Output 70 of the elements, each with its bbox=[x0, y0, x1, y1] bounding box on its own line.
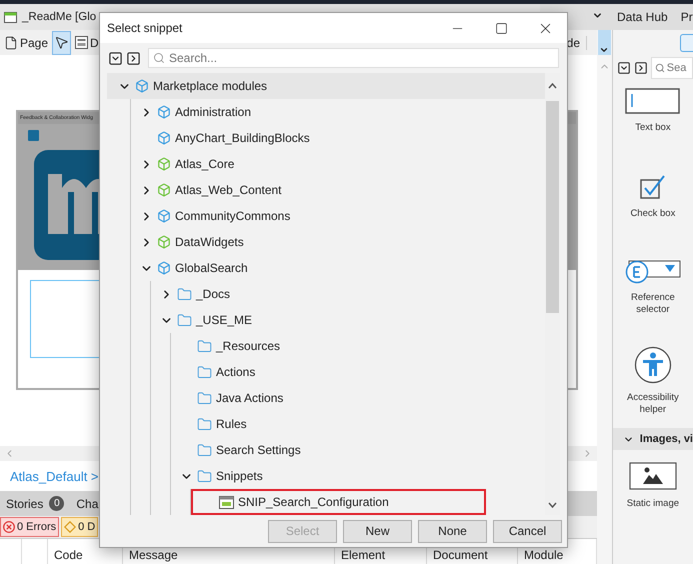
dialog-button[interactable]: None bbox=[418, 520, 487, 542]
search-field[interactable]: Search... bbox=[148, 48, 559, 68]
toggle-button[interactable] bbox=[680, 34, 693, 52]
tree-item[interactable]: Java Actions bbox=[171, 385, 545, 411]
search-field[interactable]: Sea bbox=[650, 56, 693, 78]
toolbox-label[interactable]: Accessibility helper bbox=[618, 392, 688, 416]
menu-item[interactable]: Pr bbox=[680, 10, 693, 24]
tree-item[interactable]: GlobalSearch bbox=[131, 255, 545, 281]
toolbox-label[interactable]: Text box bbox=[618, 122, 688, 134]
error-icon bbox=[3, 521, 15, 533]
tree-item[interactable]: _USE_ME bbox=[151, 307, 545, 333]
pointer-icon bbox=[54, 35, 70, 50]
toolbar-button[interactable]: D bbox=[73, 30, 101, 54]
chevron-down-icon bbox=[599, 45, 610, 55]
checkbox-icon bbox=[638, 174, 667, 200]
toolbox-label[interactable]: Static image bbox=[618, 498, 688, 510]
tree-item[interactable]: AnyChart_BuildingBlocks bbox=[131, 125, 545, 151]
expand-all-icon[interactable] bbox=[108, 50, 123, 66]
tree-item[interactable]: Atlas_Web_Content bbox=[131, 177, 545, 203]
reference-selector-icon bbox=[624, 260, 681, 284]
section-header[interactable]: Images, vi bbox=[612, 428, 693, 450]
panel-tab[interactable]: Cha bbox=[76, 496, 98, 510]
toolbar-button[interactable]: Page bbox=[2, 30, 50, 54]
diamond-icon bbox=[64, 521, 76, 533]
tree-item[interactable]: _Resources bbox=[171, 333, 545, 359]
folder-icon bbox=[197, 468, 212, 484]
folder-icon bbox=[197, 416, 212, 432]
dialog-title: Select snippet bbox=[107, 21, 184, 35]
tree-item[interactable]: Actions bbox=[171, 359, 545, 385]
filter-button[interactable]: 0 D bbox=[61, 517, 98, 537]
folder-icon bbox=[197, 338, 212, 354]
text-box-icon bbox=[625, 88, 680, 114]
filter-button[interactable]: 0 Errors bbox=[0, 517, 60, 537]
snippet-icon bbox=[219, 496, 234, 508]
folder-icon bbox=[197, 364, 212, 380]
dialog-button[interactable]: Cancel bbox=[493, 520, 562, 542]
search-icon bbox=[654, 62, 665, 72]
dialog-button[interactable]: New bbox=[343, 520, 412, 542]
accessibility-icon bbox=[634, 346, 672, 384]
toolbox-label[interactable]: Reference selector bbox=[618, 292, 688, 316]
folder-icon bbox=[177, 312, 192, 328]
tree-item[interactable]: Snippets bbox=[171, 463, 545, 489]
editor-tab[interactable]: _ReadMe [Glo bbox=[22, 11, 96, 23]
panel-tab[interactable]: Stories bbox=[6, 496, 44, 510]
tree-item[interactable]: CommunityCommons bbox=[131, 203, 545, 229]
toolbar-button[interactable] bbox=[52, 30, 72, 54]
menu-item[interactable]: Data Hub bbox=[617, 10, 668, 24]
tree-item[interactable]: _Docs bbox=[151, 281, 545, 307]
tree-item[interactable]: Atlas_Core bbox=[131, 151, 545, 177]
folder-icon bbox=[177, 286, 192, 302]
toolbox-label[interactable]: Check box bbox=[618, 208, 688, 220]
collapse-all-icon[interactable] bbox=[126, 50, 141, 66]
count-badge: 0 bbox=[49, 496, 64, 511]
folder-icon bbox=[197, 442, 212, 458]
tree-item[interactable]: Rules bbox=[171, 411, 545, 437]
collapse-all-icon[interactable] bbox=[634, 60, 648, 74]
folder-icon bbox=[197, 390, 212, 406]
tree-item[interactable]: SNIP_Search_Configuration bbox=[191, 489, 486, 515]
tree-item[interactable]: DataWidgets bbox=[131, 229, 545, 255]
data-view-icon bbox=[75, 36, 88, 49]
tree-item[interactable]: Marketplace modules bbox=[107, 73, 545, 99]
image-icon bbox=[628, 462, 677, 490]
page-icon bbox=[4, 36, 18, 50]
expand-all-icon[interactable] bbox=[616, 60, 631, 74]
page-icon bbox=[4, 12, 17, 22]
maximize-icon[interactable] bbox=[494, 22, 508, 34]
breadcrumb-link[interactable]: Atlas_Default > bbox=[10, 468, 99, 484]
tree-item[interactable]: Search Settings bbox=[171, 437, 545, 463]
collapse-button[interactable] bbox=[598, 30, 611, 55]
search-icon bbox=[153, 52, 165, 64]
